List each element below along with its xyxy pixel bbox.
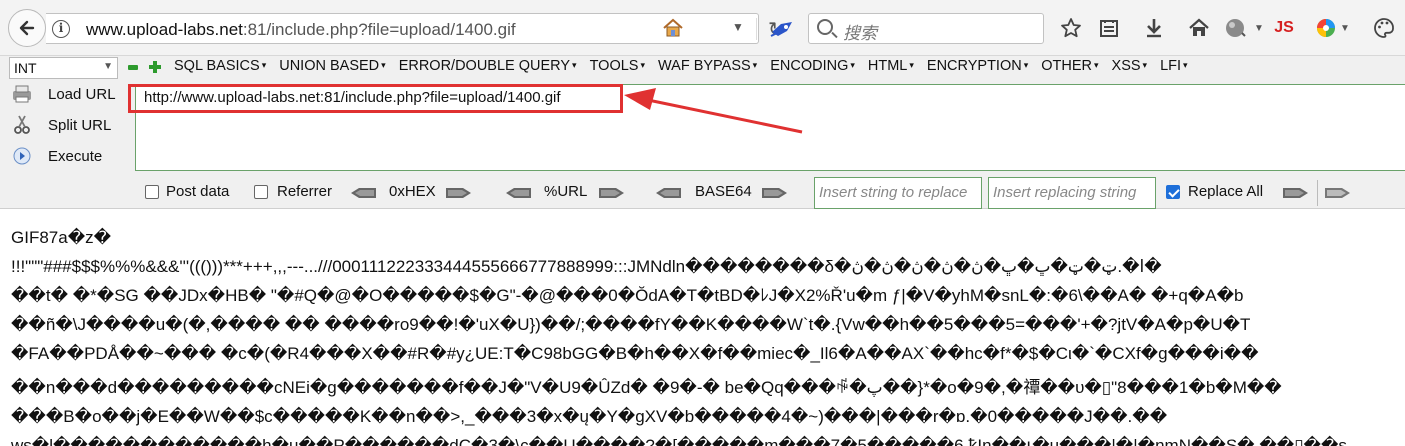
chevron-down-icon: ▼ — [103, 61, 113, 72]
globe-icon[interactable] — [1223, 16, 1247, 40]
base64-label: BASE64 — [695, 183, 752, 200]
base64-decode-icon[interactable] — [655, 186, 681, 200]
replace-all-checkbox[interactable] — [1166, 185, 1180, 199]
menu-lfi[interactable]: LFI — [1160, 58, 1187, 74]
house-icon[interactable] — [661, 18, 687, 40]
search-input[interactable]: 搜索 — [808, 13, 1044, 44]
hex-label: 0xHEX — [389, 183, 436, 200]
base64-encode-icon[interactable] — [762, 186, 788, 200]
download-icon[interactable] — [1142, 16, 1166, 40]
search-icon — [817, 19, 833, 35]
reading-list-icon[interactable] — [1097, 16, 1121, 40]
divider — [1317, 180, 1318, 206]
browser-toolbar: i www.upload-labs.net:81/include.php?fil… — [0, 0, 1405, 56]
menu-tools[interactable]: TOOLS — [590, 58, 645, 74]
execute-label: Execute — [48, 147, 103, 165]
post-data-label: Post data — [166, 183, 230, 200]
load-url-button[interactable]: Load URL — [12, 84, 116, 104]
hackbar-menu: SQL BASICS UNION BASED ERROR/DOUBLE QUER… — [174, 58, 1188, 74]
split-url-label: Split URL — [48, 116, 112, 134]
home-icon[interactable] — [1187, 16, 1211, 40]
injection-type-select[interactable]: INT ▼ — [9, 57, 118, 79]
star-icon[interactable] — [1059, 16, 1083, 40]
menu-union-based[interactable]: UNION BASED — [279, 58, 385, 74]
chevron-down-icon[interactable]: ▼ — [1340, 16, 1350, 40]
decrease-icon[interactable] — [128, 65, 138, 70]
split-url-button[interactable]: Split URL — [12, 115, 111, 135]
page-content: GIF87a�z� !!!"""###$$$%%%&&&'''((()))***… — [11, 223, 1405, 446]
menu-encryption[interactable]: ENCRYPTION — [927, 58, 1028, 74]
load-url-icon — [12, 84, 32, 104]
menu-sql-basics[interactable]: SQL BASICS — [174, 58, 266, 74]
replace-toggle-icon[interactable] — [1325, 186, 1351, 200]
chevron-down-icon[interactable]: ▼ — [732, 20, 744, 34]
post-data-checkbox[interactable] — [145, 185, 159, 199]
referrer-checkbox[interactable] — [254, 185, 268, 199]
replace-apply-icon[interactable] — [1283, 186, 1309, 200]
content-line: ��ñ�\J����u�(�,���� �� ����ro9��!�'uX�U}… — [11, 315, 1251, 334]
annotation-highlight-box — [128, 84, 623, 113]
menu-xss[interactable]: XSS — [1112, 58, 1148, 74]
site-info-icon[interactable]: i — [52, 20, 70, 38]
execute-button[interactable]: Execute — [12, 146, 102, 166]
hackbar-options-row: Post data Referrer 0xHEX %URL BASE64 Ins… — [0, 177, 1405, 209]
divider — [756, 18, 757, 40]
hex-encode-icon[interactable] — [446, 186, 472, 200]
replacing-string-input[interactable]: Insert replacing string — [988, 177, 1156, 209]
menu-html[interactable]: HTML — [868, 58, 914, 74]
replace-all-label: Replace All — [1188, 183, 1264, 200]
menu-error-double-query[interactable]: ERROR/DOUBLE QUERY — [399, 58, 577, 74]
address-text[interactable]: www.upload-labs.net:81/include.php?file=… — [86, 20, 516, 40]
hex-decode-icon[interactable] — [350, 186, 376, 200]
content-line: ws�l������������h�u��P������dC�3�\c��U��… — [11, 436, 1347, 446]
menu-waf-bypass[interactable]: WAF BYPASS — [658, 58, 757, 74]
content-line: ��t� �*�SG ��JDx�HB� "�#Q�@�O�����$�G"-�… — [11, 286, 1244, 305]
menu-other[interactable]: OTHER — [1041, 58, 1098, 74]
scissors-icon — [12, 115, 32, 135]
content-line: !!!"""###$$$%%%&&&'''((()))***+++,,,---.… — [11, 257, 1162, 276]
content-line: ��n���d���������cNEi�g�������f��J�"V�U9�… — [11, 378, 1282, 397]
referrer-label: Referrer — [277, 183, 333, 200]
url-decode-icon[interactable] — [505, 186, 531, 200]
back-arrow-icon — [19, 20, 35, 36]
palette-icon[interactable] — [1372, 16, 1396, 40]
address-bar[interactable]: i www.upload-labs.net:81/include.php?fil… — [46, 13, 785, 44]
annotation-arrow-icon — [624, 88, 803, 134]
increase-icon[interactable] — [149, 61, 161, 73]
content-line: �FA��PDÅ��~��� �c�(�R4���X��#R�#y¿UE:T�C… — [11, 344, 1259, 363]
chevron-down-icon[interactable]: ▼ — [1254, 16, 1264, 40]
url-encoding-label: %URL — [544, 183, 588, 200]
search-engine-icon[interactable] — [760, 13, 804, 44]
search-placeholder: 搜索 — [843, 24, 877, 43]
js-toggle-icon[interactable]: JS — [1272, 16, 1296, 40]
play-icon — [12, 146, 32, 166]
replace-string-input[interactable]: Insert string to replace — [814, 177, 982, 209]
url-encode-icon[interactable] — [599, 186, 625, 200]
color-wheel-icon[interactable] — [1314, 16, 1338, 40]
hackbar-panel: INT ▼ SQL BASICS UNION BASED ERROR/DOUBL… — [0, 56, 1405, 209]
load-url-label: Load URL — [48, 85, 116, 103]
back-button[interactable] — [8, 9, 46, 47]
content-line: GIF87a�z� — [11, 228, 112, 247]
select-value: INT — [14, 60, 37, 76]
content-line: ���B�o��j�E��W��$c�����K��n��>,_���3�x�ų… — [11, 407, 1168, 426]
menu-encoding[interactable]: ENCODING — [770, 58, 855, 74]
